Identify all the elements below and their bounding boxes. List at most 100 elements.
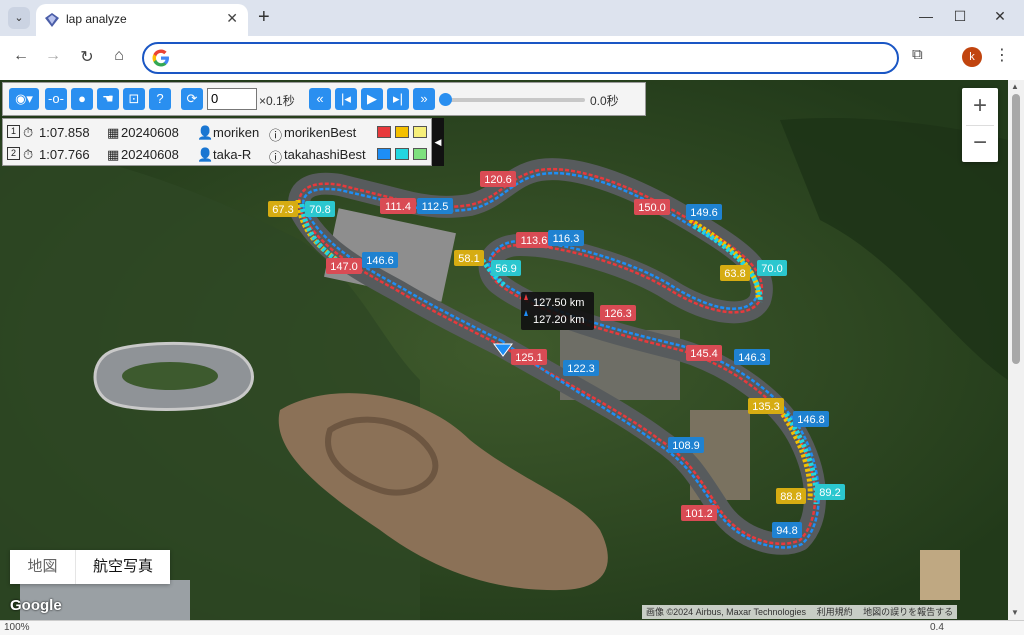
speed-label: 58.1	[454, 250, 484, 266]
back-button[interactable]: ←	[10, 47, 32, 65]
zoom-out-button[interactable]: −	[962, 126, 998, 162]
help-button[interactable]: ?	[149, 88, 171, 110]
scrollbar-thumb[interactable]	[1012, 94, 1020, 364]
speed-label: 122.3	[563, 360, 599, 376]
person-icon: 👤	[197, 125, 214, 140]
tab-close-icon[interactable]: ✕	[226, 10, 238, 27]
speed-label-value: 101.2	[685, 508, 713, 520]
speed-label-value: 63.8	[724, 268, 745, 280]
speed-label-value: 122.3	[567, 363, 595, 375]
map-type-control: 地図 航空写真	[10, 550, 170, 584]
speed-label: 149.6	[686, 204, 722, 220]
person-icon: 👤	[197, 147, 214, 162]
bottom-strip: 100% 0.4	[0, 620, 1024, 635]
lap-date: 20240608	[121, 147, 179, 162]
diamond-favicon-icon	[45, 13, 59, 27]
step-back-button[interactable]: |◂	[335, 88, 357, 110]
speed-label: 120.6	[480, 171, 516, 187]
speed-label-value: 94.8	[776, 525, 797, 537]
segment-icon: -o-	[48, 91, 64, 106]
speed-label-value: 89.2	[819, 487, 840, 499]
segment-button[interactable]: -o-	[45, 88, 67, 110]
puzzle-icon[interactable]: ⧉	[912, 46, 923, 63]
map-viewport[interactable]: 120.6 111.4 112.5 67.3 70.8 147.0 146.6 58.1 56.…	[0, 80, 1008, 620]
speed-label: 111.4	[380, 198, 416, 214]
speed-label-value: 125.1	[515, 352, 543, 364]
browser-toolbar: ← → ↻ ⌂ ⧉ k ⋮	[0, 36, 1024, 80]
lap2-color-swatch-main[interactable]	[377, 148, 391, 160]
speed-label: 56.9	[491, 260, 521, 276]
lap-index: 1	[7, 125, 20, 138]
info-icon: ⓘ	[269, 150, 283, 165]
speed-label-value: 67.3	[272, 204, 293, 216]
speed-label: 150.0	[634, 199, 670, 215]
lap1-color-swatch-main[interactable]	[377, 126, 391, 138]
profile-avatar[interactable]: k	[962, 47, 982, 67]
lap-row-1[interactable]: 1 ⏱ 1:07.858 ▦ 20240608 👤 moriken ⓘ mori…	[3, 121, 433, 143]
report-error-link[interactable]: 地図の誤りを報告する	[859, 607, 957, 617]
seek-slider-track[interactable]	[445, 98, 585, 102]
lap2-color-swatch-brake[interactable]	[395, 148, 409, 160]
tab-search-button[interactable]: ⌄	[8, 7, 30, 29]
maximize-button[interactable]: ☐	[950, 8, 970, 25]
lap1-color-swatch-brake[interactable]	[395, 126, 409, 138]
stopwatch-icon: ⏱	[23, 125, 34, 140]
bottom-left-text: 100%	[4, 622, 30, 633]
sync-button[interactable]: ⟳	[181, 88, 203, 110]
lap-row-2[interactable]: 2 ⏱ 1:07.766 ▦ 20240608 👤 taka-R ⓘ takah…	[3, 143, 433, 165]
zoom-in-button[interactable]: +	[962, 88, 998, 124]
speed-label: 89.2	[815, 484, 845, 500]
speed-label: 94.8	[772, 522, 802, 538]
seek-slider-thumb[interactable]	[439, 93, 452, 106]
rewind-button[interactable]: «	[309, 88, 331, 110]
fit-view-button[interactable]: ⊡	[123, 88, 145, 110]
forward-button[interactable]: →	[42, 47, 64, 65]
zoom-control: + −	[962, 88, 998, 162]
map-type-satellite-button[interactable]: 航空写真	[76, 550, 170, 584]
tab-lap-analyze[interactable]: lap analyze ✕	[36, 4, 248, 36]
frame-offset-input[interactable]: 0	[207, 88, 257, 110]
marker-button[interactable]: ●	[71, 88, 93, 110]
lap-session: morikenBest	[284, 125, 357, 140]
speed-label-value: 126.3	[604, 308, 632, 320]
bottom-right-text: 0.4	[930, 622, 944, 633]
map-type-roadmap-button[interactable]: 地図	[10, 550, 76, 584]
map-attribution: 画像 ©2024 Airbus, Maxar Technologies 利用規約…	[642, 605, 958, 619]
speed-label: 126.3	[600, 305, 636, 321]
lap-time: 1:07.858	[39, 125, 90, 140]
speed-label: 113.6	[516, 232, 552, 248]
close-window-button[interactable]: ✕	[990, 8, 1010, 25]
minimize-button[interactable]: —	[916, 8, 936, 24]
lap2-color-swatch-accel[interactable]	[413, 148, 427, 160]
mode-select-button[interactable]: ◉▾	[9, 88, 39, 110]
browser-menu-icon[interactable]: ⋮	[994, 45, 1010, 65]
terms-link[interactable]: 利用規約	[813, 607, 857, 617]
speed-label-value: 70.0	[761, 263, 782, 275]
reload-button[interactable]: ↻	[76, 47, 98, 67]
vertical-scrollbar[interactable]: ▲ ▼	[1008, 80, 1024, 620]
speed-label: 135.3	[748, 398, 784, 414]
new-tab-button[interactable]: +	[258, 6, 270, 29]
scroll-up-icon[interactable]: ▲	[1011, 82, 1019, 91]
speed-label: 146.6	[362, 252, 398, 268]
speed-label-value: 135.3	[752, 401, 780, 413]
speed-label: 145.4	[686, 345, 722, 361]
rewind-icon: «	[316, 91, 324, 106]
google-logo[interactable]: Google	[10, 597, 62, 614]
speed-label-value: 70.8	[309, 204, 330, 216]
scroll-down-icon[interactable]: ▼	[1011, 608, 1019, 617]
pan-hand-button[interactable]: ☚	[97, 88, 119, 110]
speed-label: 125.1	[511, 349, 547, 365]
cursor-speed-tooltip: 127.50 km 127.20 km	[521, 292, 594, 330]
lap1-color-swatch-accel[interactable]	[413, 126, 427, 138]
step-forward-button[interactable]: ▸|	[387, 88, 409, 110]
home-button[interactable]: ⌂	[108, 47, 130, 65]
tab-title: lap analyze	[66, 12, 127, 26]
address-bar[interactable]	[142, 42, 899, 74]
lap-info-panel: 1 ⏱ 1:07.858 ▦ 20240608 👤 moriken ⓘ mori…	[2, 118, 432, 166]
play-button[interactable]: ▶	[361, 88, 383, 110]
collapse-panel-button[interactable]: ◀	[432, 118, 444, 166]
fast-forward-button[interactable]: »	[413, 88, 435, 110]
speed-label-value: 56.9	[495, 263, 516, 275]
speed-label-value: 150.0	[638, 202, 666, 214]
